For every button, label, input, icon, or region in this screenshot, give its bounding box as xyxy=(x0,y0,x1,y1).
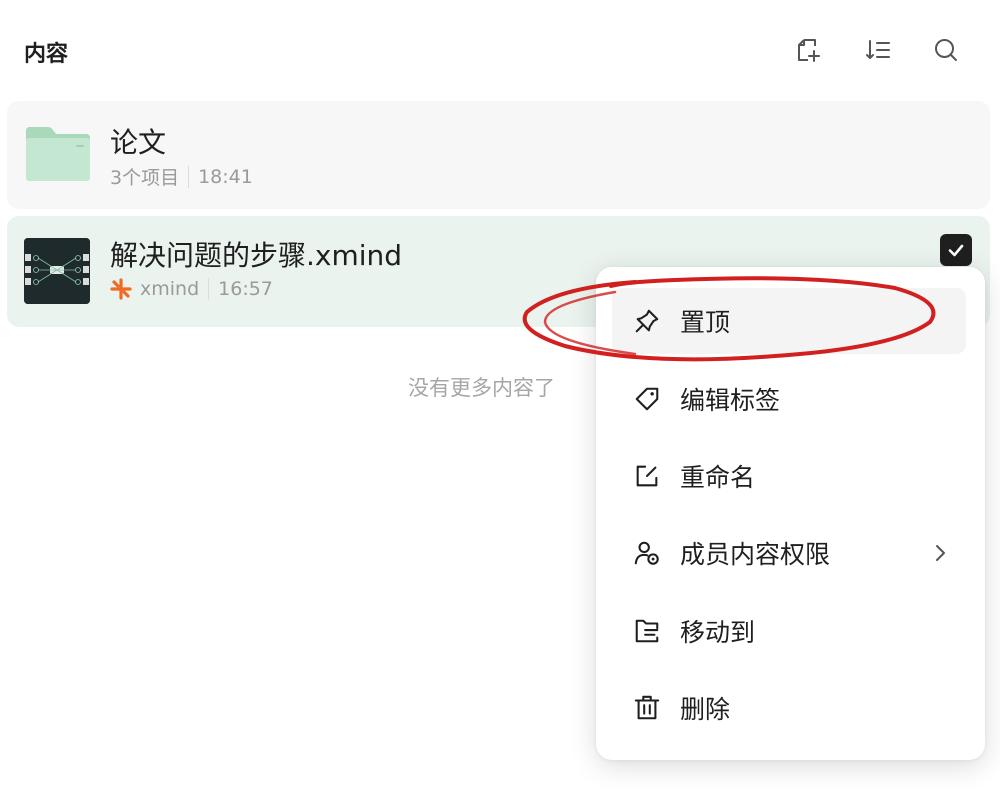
item-meta: 3个项目 18:41 xyxy=(110,163,253,190)
new-file-icon xyxy=(798,39,820,62)
tag-icon xyxy=(632,384,662,414)
rename-icon xyxy=(632,461,662,491)
item-time: 16:57 xyxy=(218,278,273,300)
menu-item-delete[interactable]: 删除 xyxy=(612,675,966,741)
list-item-folder[interactable]: 论文 3个项目 18:41 xyxy=(7,101,990,209)
menu-item-label: 删除 xyxy=(680,695,731,724)
header: 内容 xyxy=(0,0,1000,100)
member-permission-icon xyxy=(632,538,662,568)
folder-icon xyxy=(26,127,90,181)
item-app: xmind xyxy=(140,278,200,300)
empty-hint: 没有更多内容了 xyxy=(408,376,555,400)
context-menu: 置顶 编辑标签 重命名 成员内容权限 移动到 删除 xyxy=(596,267,985,760)
item-title: 解决问题的步骤.xmind xyxy=(110,239,403,272)
sort-button[interactable] xyxy=(862,34,894,66)
menu-item-pin[interactable]: 置顶 xyxy=(612,288,966,354)
menu-item-label: 成员内容权限 xyxy=(680,540,831,569)
menu-item-label: 编辑标签 xyxy=(680,386,781,415)
page-title: 内容 xyxy=(24,42,69,67)
menu-item-label: 移动到 xyxy=(680,618,756,647)
pin-icon xyxy=(632,306,662,336)
move-to-folder-icon xyxy=(632,616,662,646)
xmind-logo-icon xyxy=(110,278,132,300)
item-title: 论文 xyxy=(110,126,167,159)
selection-checkbox[interactable] xyxy=(940,234,972,266)
menu-item-edit-tag[interactable]: 编辑标签 xyxy=(612,366,966,432)
meta-divider xyxy=(188,165,190,188)
menu-item-move-to[interactable]: 移动到 xyxy=(612,598,966,664)
item-count: 3个项目 xyxy=(110,167,180,189)
check-icon xyxy=(948,244,964,257)
menu-item-rename[interactable]: 重命名 xyxy=(612,443,966,509)
sort-icon xyxy=(866,40,890,59)
chevron-right-icon xyxy=(936,545,945,561)
item-time: 18:41 xyxy=(198,165,253,188)
search-icon xyxy=(935,39,957,61)
menu-item-member-permissions[interactable]: 成员内容权限 xyxy=(612,520,966,586)
xmind-thumbnail xyxy=(24,238,90,304)
menu-item-label: 置顶 xyxy=(680,308,731,337)
new-file-button[interactable] xyxy=(793,34,825,66)
trash-icon xyxy=(632,693,662,723)
search-button[interactable] xyxy=(930,34,962,66)
menu-item-label: 重命名 xyxy=(680,463,756,492)
meta-divider xyxy=(208,278,210,300)
item-meta: xmind 16:57 xyxy=(110,278,273,300)
